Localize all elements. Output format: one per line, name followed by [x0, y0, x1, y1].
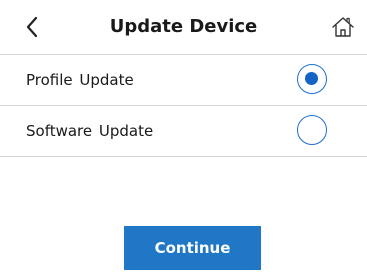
option-label: Profile Update	[26, 71, 134, 89]
software-update-option[interactable]: Software Update	[0, 106, 367, 157]
page-title: Update Device	[109, 16, 258, 37]
software-update-radio[interactable]	[297, 115, 327, 145]
home-button[interactable]	[331, 14, 355, 40]
radio-selected-dot	[305, 72, 318, 85]
option-label: Software Update	[26, 122, 154, 140]
header-bar: Update Device	[0, 0, 367, 55]
continue-button[interactable]: Continue	[124, 226, 261, 270]
home-icon	[332, 17, 354, 37]
profile-update-radio[interactable]	[297, 64, 327, 94]
profile-update-option[interactable]: Profile Update	[0, 55, 367, 106]
